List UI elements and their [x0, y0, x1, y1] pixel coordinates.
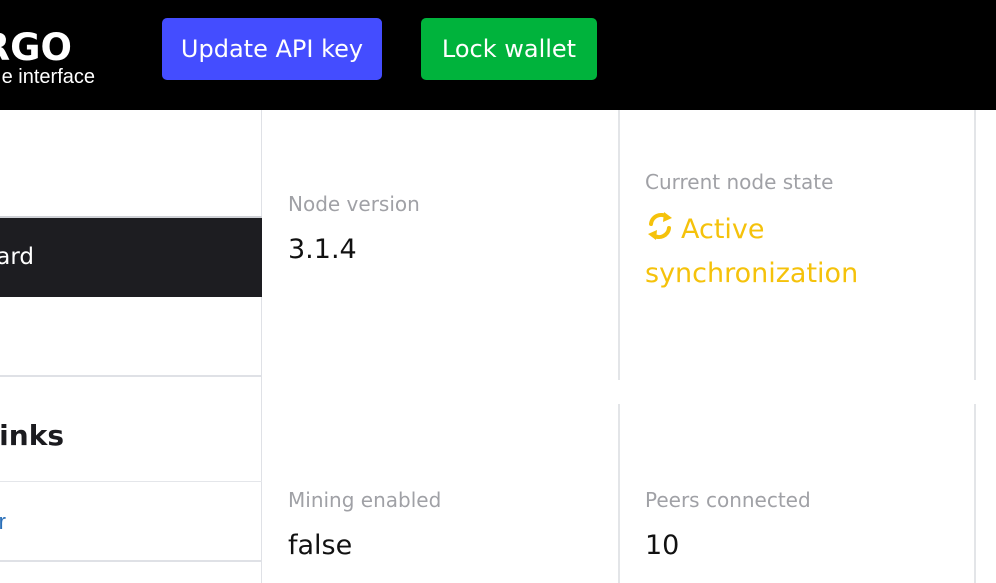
card-divider [974, 404, 976, 583]
logo-subtitle: e interface [1, 66, 95, 88]
sidebar-divider [0, 481, 262, 482]
sidebar-item-dashboard[interactable]: ard [0, 216, 262, 297]
mining-enabled-label: Mining enabled [288, 488, 442, 512]
logo-title[interactable]: RGO [0, 26, 118, 70]
update-api-key-button[interactable]: Update API key [162, 18, 382, 80]
card-divider [974, 110, 976, 380]
peers-connected-value: 10 [645, 530, 680, 561]
node-version-value: 3.1.4 [288, 234, 357, 265]
sync-icon [648, 212, 672, 240]
sidebar-divider [0, 375, 262, 377]
sidebar-divider [0, 560, 262, 562]
node-state-label: Current node state [645, 170, 834, 194]
links-heading: links [0, 419, 64, 452]
node-state-value: Active synchronization [645, 208, 965, 296]
top-header: RGO e interface Update API key Lock wall… [0, 0, 996, 110]
peers-connected-label: Peers connected [645, 488, 811, 512]
sidebar-link[interactable]: r [0, 502, 262, 542]
card-divider [618, 110, 620, 380]
mining-enabled-value: false [288, 530, 353, 561]
card-divider [618, 404, 620, 583]
sidebar: ard links r [0, 110, 262, 583]
lock-wallet-button[interactable]: Lock wallet [421, 18, 597, 80]
sidebar-item-label: ard [0, 244, 34, 270]
node-version-label: Node version [288, 192, 420, 216]
